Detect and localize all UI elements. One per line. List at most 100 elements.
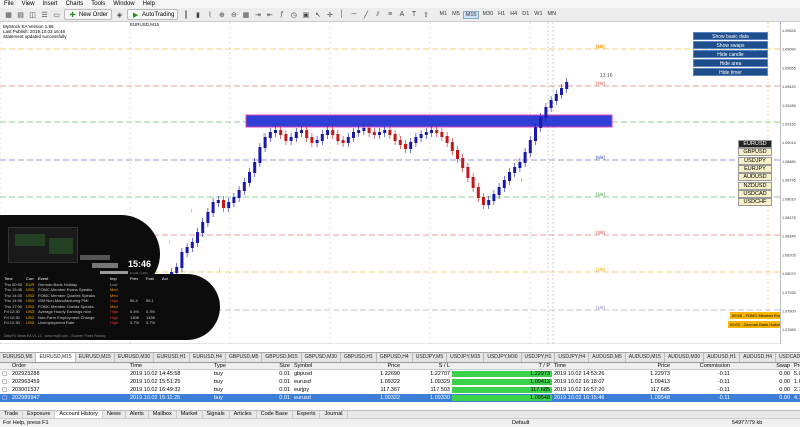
- menu-help[interactable]: Help: [143, 1, 155, 7]
- fibo-icon[interactable]: ≡: [385, 10, 394, 19]
- pair-button-gbpusd[interactable]: GBPUSD: [738, 148, 772, 157]
- chart-tab[interactable]: USDJPY,M5: [413, 353, 448, 362]
- crosshair-icon[interactable]: ✛: [325, 10, 334, 19]
- arrows-icon[interactable]: ⇧: [421, 10, 430, 19]
- text-icon[interactable]: A: [397, 10, 406, 19]
- chart-tab[interactable]: AUDUSD,M30: [665, 353, 705, 362]
- panel-button[interactable]: Hide area: [693, 59, 768, 67]
- column-header[interactable]: Commission: [672, 363, 732, 369]
- chart-tab[interactable]: GBPUSD,M30: [302, 353, 341, 362]
- vertical-line-icon[interactable]: │: [337, 10, 346, 19]
- chart-tab[interactable]: USDJPY,M30: [484, 353, 522, 362]
- chart-tab[interactable]: GBPUSD,H1: [341, 353, 377, 362]
- chart-tab[interactable]: EURUSD,M15: [76, 353, 115, 362]
- chart-tab[interactable]: USDJPY,H4: [555, 353, 590, 362]
- chart-tab[interactable]: EURUSD,M5: [0, 353, 37, 362]
- timeframe-w1[interactable]: W1: [532, 11, 544, 19]
- chart-window[interactable]: [8/8][7/8][6/8][5/8][4/8][3/8][2/8][1/8]…: [0, 22, 800, 352]
- chart-tab[interactable]: GBPUSD,M15: [262, 353, 302, 362]
- timeframe-h1[interactable]: H1: [496, 11, 507, 19]
- table-row[interactable]: ▢ 202963459 2019.10.02 15:51:25 buy 0.01 euru…: [0, 378, 800, 386]
- menu-tools[interactable]: Tools: [91, 1, 105, 7]
- timeframe-m15[interactable]: M15: [462, 10, 480, 19]
- navigator-icon[interactable]: ☰: [40, 10, 49, 19]
- column-header[interactable]: Price: [612, 363, 672, 369]
- menu-file[interactable]: File: [4, 1, 14, 7]
- column-header[interactable]: Order: [10, 363, 128, 369]
- timeframe-m1[interactable]: M1: [437, 11, 449, 19]
- cursor-icon[interactable]: ↖: [313, 10, 322, 19]
- bar-chart-icon[interactable]: ┃: [181, 10, 190, 19]
- new-order-button[interactable]: ✚ New Order: [64, 9, 113, 20]
- terminal-tab[interactable]: Journal: [320, 411, 348, 418]
- terminal-tab[interactable]: Exposure: [23, 411, 56, 418]
- panel-button[interactable]: Hide candle: [693, 50, 768, 58]
- column-header[interactable]: T / P: [452, 363, 552, 369]
- indicators-icon[interactable]: ƒ: [277, 10, 286, 19]
- timeframe-d1[interactable]: D1: [520, 11, 531, 19]
- terminal-tab[interactable]: Alerts: [126, 411, 149, 418]
- menu-charts[interactable]: Charts: [66, 1, 84, 7]
- chart-tab[interactable]: AUDUSD,H4: [740, 353, 777, 362]
- chart-tab[interactable]: EURUSD,M30: [115, 353, 155, 362]
- terminal-tab[interactable]: News: [103, 411, 126, 418]
- zoom-in-icon[interactable]: ⊕: [217, 10, 226, 19]
- templates-icon[interactable]: ▣: [301, 10, 310, 19]
- panel-button[interactable]: Show swaps: [693, 41, 768, 49]
- profiles-icon[interactable]: ▤: [16, 10, 25, 19]
- pair-button-nzdusd[interactable]: NZDUSD: [738, 181, 772, 190]
- timeframe-h4[interactable]: H4: [508, 11, 519, 19]
- terminal-tab[interactable]: Signals: [203, 411, 230, 418]
- column-header[interactable]: Swap: [732, 363, 792, 369]
- pair-button-usdchf[interactable]: USDCHF: [738, 198, 772, 207]
- horizontal-line-icon[interactable]: ─: [349, 10, 358, 19]
- table-row[interactable]: ▢ 202923288 2019.10.02 14:45:58 buy 0.01 gbpu…: [0, 370, 800, 378]
- autoscroll-icon[interactable]: ⇥: [253, 10, 262, 19]
- column-header[interactable]: Profit: [792, 363, 800, 369]
- chart-tab[interactable]: USDJPY,H1: [522, 353, 556, 362]
- chart-tab[interactable]: GBPUSD,M5: [226, 353, 263, 362]
- table-row[interactable]: ▢ 203001537 2019.10.02 16:49:32 buy 0.01 eurj…: [0, 386, 800, 394]
- line-chart-icon[interactable]: ⌇: [205, 10, 214, 19]
- terminal-tab[interactable]: Experts: [293, 411, 321, 418]
- timeframe-m5[interactable]: M5: [450, 11, 462, 19]
- column-header[interactable]: Type: [212, 363, 252, 369]
- column-header[interactable]: Time: [552, 363, 612, 369]
- chart-tab[interactable]: EURUSD,M15: [36, 353, 76, 362]
- chart-tab[interactable]: EURUSD,H4: [190, 353, 226, 362]
- timeframe-m30[interactable]: M30: [480, 11, 495, 19]
- terminal-tab[interactable]: Account History: [55, 411, 103, 418]
- table-row[interactable]: ▢ 202989947 2019.10.02 15:11:25 buy 0.01 euru…: [0, 394, 800, 402]
- pair-button-usdjpy[interactable]: USDJPY: [738, 156, 772, 165]
- terminal-icon[interactable]: ▭: [52, 10, 61, 19]
- price-scale[interactable]: 1.09825 1.09690 1.09555 1.09420 1.09285 1.091…: [780, 22, 800, 344]
- meta-editor-icon[interactable]: ◈: [115, 10, 124, 19]
- chart-tab[interactable]: USDJPY,M15: [447, 353, 485, 362]
- pair-button-eurjpy[interactable]: EURJPY: [738, 164, 772, 173]
- terminal-tab[interactable]: Trade: [0, 411, 24, 418]
- tile-icon[interactable]: ▦: [241, 10, 250, 19]
- terminal-tab[interactable]: Articles: [230, 411, 257, 418]
- candles-icon[interactable]: ▮: [193, 10, 202, 19]
- panel-button[interactable]: Hide timer: [693, 68, 768, 76]
- autotrading-button[interactable]: ▶ AutoTrading: [127, 9, 179, 20]
- column-header[interactable]: Time: [128, 363, 212, 369]
- periods-icon[interactable]: ◷: [289, 10, 298, 19]
- new-chart-icon[interactable]: ▦: [4, 10, 13, 19]
- chart-tab[interactable]: AUDUSD,M15: [626, 353, 665, 362]
- pair-button-usdcad[interactable]: USDCAD: [738, 189, 772, 198]
- zoom-out-icon[interactable]: ⊖: [229, 10, 238, 19]
- chart-tab[interactable]: GBPUSD,H4: [377, 353, 413, 362]
- pair-button-audusd[interactable]: AUDUSD: [738, 173, 772, 182]
- menu-insert[interactable]: Insert: [43, 1, 58, 7]
- chart-tab[interactable]: EURUSD,H1: [154, 353, 191, 362]
- trendline-icon[interactable]: ╱: [361, 10, 370, 19]
- column-header[interactable]: S / L: [402, 363, 452, 369]
- column-header[interactable]: Price: [352, 363, 402, 369]
- terminal-tab[interactable]: Code Base: [257, 411, 293, 418]
- terminal-tab[interactable]: Market: [177, 411, 203, 418]
- label-icon[interactable]: T: [409, 10, 418, 19]
- chart-tab[interactable]: AUDUSD,M5: [589, 353, 626, 362]
- panel-button[interactable]: Show basic data: [693, 32, 768, 40]
- shift-icon[interactable]: ⇤: [265, 10, 274, 19]
